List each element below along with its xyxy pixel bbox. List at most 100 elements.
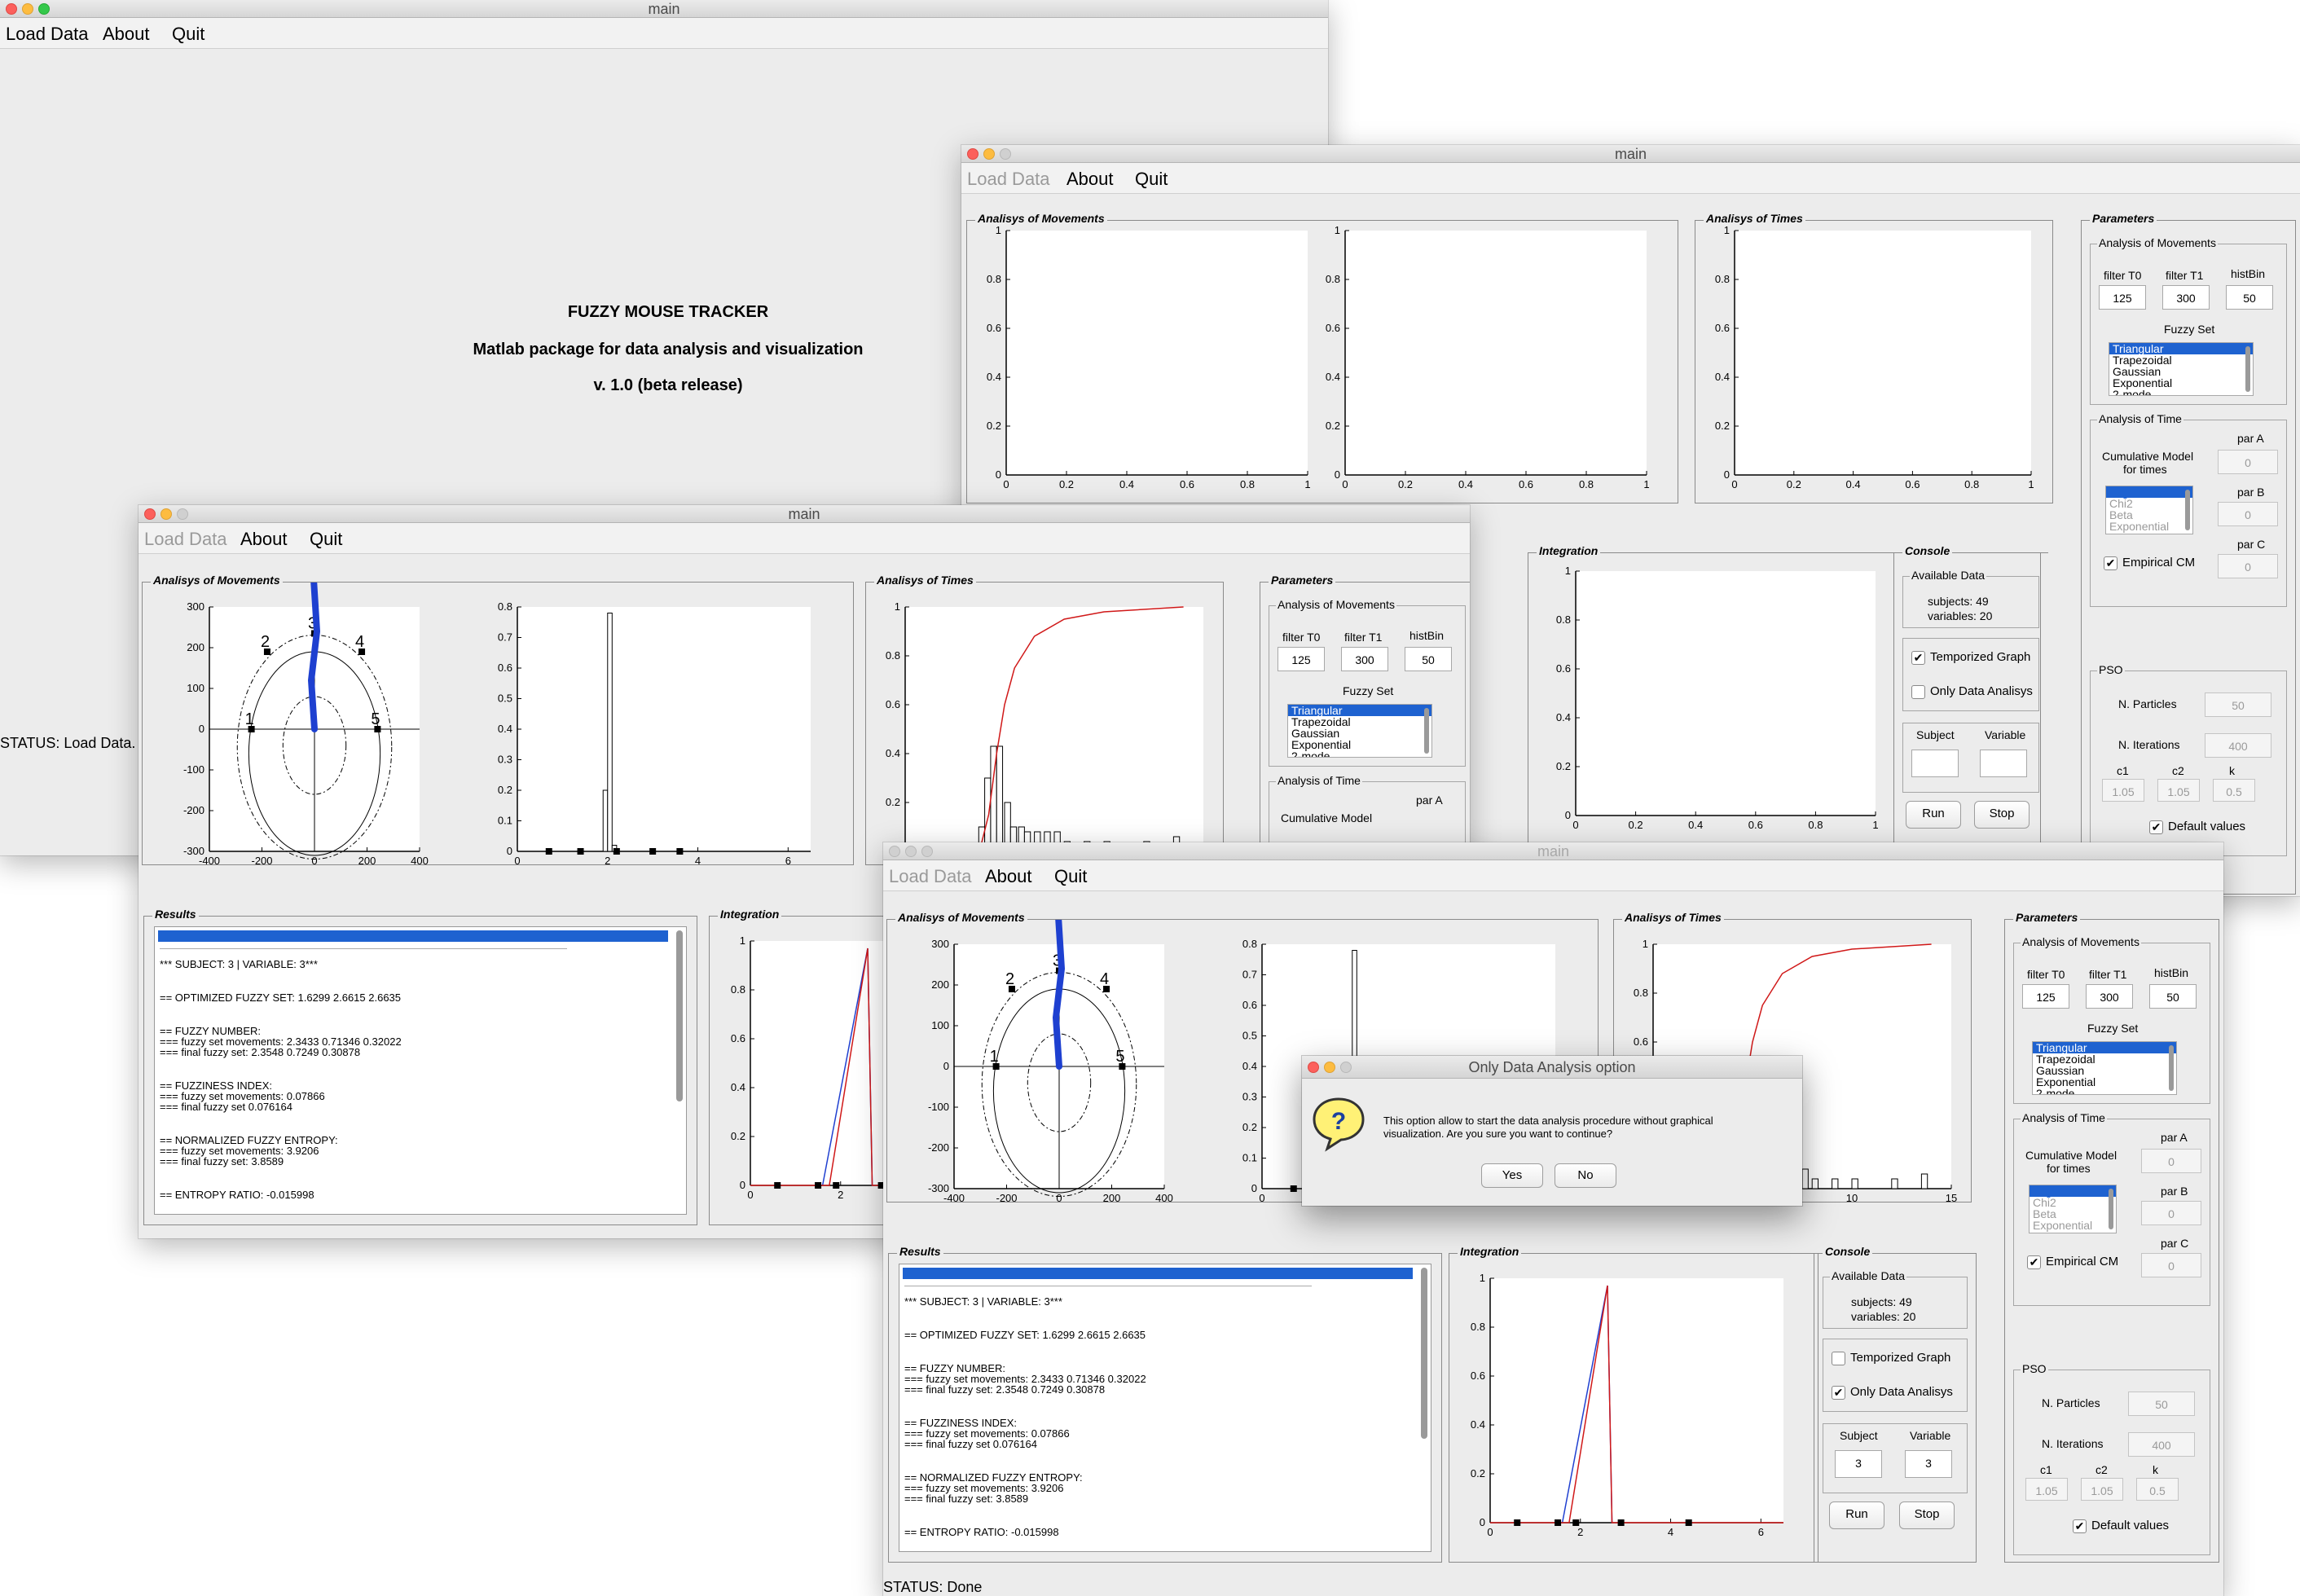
list-option[interactable]: Gaussian	[2033, 1065, 2176, 1076]
close-icon[interactable]	[967, 148, 978, 160]
close-icon[interactable]	[144, 508, 156, 520]
k-input[interactable]: 0.5	[2136, 1478, 2179, 1501]
stop-button[interactable]: Stop	[1899, 1501, 1955, 1529]
scrollbar[interactable]	[2169, 1045, 2174, 1091]
list-option[interactable]: Triangular	[2033, 1042, 2176, 1053]
stop-button[interactable]: Stop	[1974, 801, 2030, 829]
list-option[interactable]: Exponential	[2109, 377, 2253, 389]
only-data-checkbox[interactable]: Only Data Analisys	[1911, 684, 2033, 699]
minimize-icon[interactable]	[22, 3, 33, 15]
list-option[interactable]: Trapezoidal	[2033, 1053, 2176, 1065]
scrollbar[interactable]	[676, 930, 683, 1101]
particles-input[interactable]: 50	[2128, 1392, 2195, 1416]
zoom-icon[interactable]	[177, 508, 188, 520]
list-option[interactable]: Exponential	[2033, 1076, 2176, 1088]
variable-input[interactable]: 3	[1905, 1450, 1952, 1478]
menu-load-data[interactable]: Load Data	[6, 24, 89, 45]
menu-quit[interactable]: Quit	[1135, 169, 1168, 190]
scrollbar[interactable]	[1421, 1268, 1427, 1439]
default-values-checkbox[interactable]: ✔ Default values	[2073, 1519, 2169, 1533]
list-option[interactable]: Lognormal	[2106, 486, 2192, 498]
close-icon[interactable]	[1308, 1062, 1319, 1073]
filter-t1-input[interactable]: 300	[2162, 285, 2210, 310]
list-option[interactable]: Lognormal	[2030, 1185, 2116, 1197]
empirical-cm-checkbox[interactable]: ✔ Empirical CM	[2027, 1255, 2118, 1269]
zoom-icon[interactable]	[1000, 148, 1011, 160]
filter-t0-input[interactable]: 125	[1278, 647, 1325, 671]
c2-input[interactable]: 1.05	[2157, 779, 2200, 802]
menu-load-data[interactable]: Load Data	[144, 529, 227, 550]
list-option[interactable]: Gaussian	[2109, 366, 2253, 377]
scrollbar[interactable]	[2245, 346, 2250, 392]
histbin-input[interactable]: 50	[1405, 647, 1452, 671]
scrollbar[interactable]	[2185, 490, 2190, 530]
zoom-icon[interactable]	[921, 846, 933, 857]
menu-quit[interactable]: Quit	[1054, 866, 1087, 887]
results-text-area[interactable]: *** SUBJECT: 3 | VARIABLE: 3*** == OPTIMI…	[154, 926, 687, 1215]
list-option[interactable]: Gaussian	[1288, 728, 1431, 739]
menu-about[interactable]: About	[240, 529, 288, 550]
scrollbar[interactable]	[1424, 708, 1429, 754]
list-option[interactable]: 2-mode	[2033, 1088, 2176, 1094]
fuzzy-set-list[interactable]: Triangular Trapezoidal Gaussian Exponential…	[1287, 704, 1432, 758]
iterations-input[interactable]: 400	[2128, 1432, 2195, 1457]
c1-input[interactable]: 1.05	[2102, 779, 2144, 802]
particles-input[interactable]: 50	[2205, 692, 2271, 717]
subject-input[interactable]: 3	[1835, 1450, 1882, 1478]
list-option[interactable]: Triangular	[1288, 705, 1431, 716]
filter-t1-input[interactable]: 300	[2086, 984, 2133, 1009]
minimize-icon[interactable]	[1324, 1062, 1335, 1073]
no-button[interactable]: No	[1555, 1163, 1616, 1188]
list-option[interactable]: Beta	[2106, 509, 2192, 521]
cumulative-model-list[interactable]: LognormalChi2BetaExponentialGamma	[2105, 486, 2193, 534]
temporized-graph-checkbox[interactable]: Temporized Graph	[1832, 1351, 1950, 1365]
list-option[interactable]: Trapezoidal	[1288, 716, 1431, 728]
filter-t1-input[interactable]: 300	[1341, 647, 1388, 671]
results-text-area[interactable]: *** SUBJECT: 3 | VARIABLE: 3*** == OPTIMI…	[899, 1264, 1431, 1552]
filter-t0-input[interactable]: 125	[2022, 984, 2069, 1009]
cumulative-model-list[interactable]: LognormalChi2BetaExponentialGamma	[2029, 1185, 2117, 1233]
subject-input[interactable]	[1911, 750, 1959, 777]
par-a-input[interactable]: 0	[2218, 450, 2278, 474]
list-option[interactable]: Gamma	[2106, 532, 2192, 534]
variable-input[interactable]	[1980, 750, 2027, 777]
filter-t0-input[interactable]: 125	[2099, 285, 2146, 310]
default-values-checkbox[interactable]: ✔ Default values	[2149, 820, 2245, 834]
list-option[interactable]: 2-mode	[2109, 389, 2253, 395]
menu-about[interactable]: About	[985, 866, 1032, 887]
c2-input[interactable]: 1.05	[2081, 1478, 2123, 1501]
list-option[interactable]: Triangular	[2109, 343, 2253, 354]
yes-button[interactable]: Yes	[1481, 1163, 1543, 1188]
list-option[interactable]: Gamma	[2030, 1231, 2116, 1233]
only-data-checkbox[interactable]: ✔ Only Data Analisys	[1832, 1385, 1953, 1400]
fuzzy-set-list[interactable]: Triangular Trapezoidal Gaussian Exponential…	[2109, 342, 2254, 396]
menu-about[interactable]: About	[103, 24, 150, 45]
list-option[interactable]: Trapezoidal	[2109, 354, 2253, 366]
par-b-input[interactable]: 0	[2141, 1201, 2201, 1225]
empirical-cm-checkbox[interactable]: ✔ Empirical CM	[2104, 556, 2195, 570]
list-option[interactable]: 2-mode	[1288, 750, 1431, 757]
list-option[interactable]: Chi2	[2106, 498, 2192, 509]
zoom-icon[interactable]	[38, 3, 50, 15]
scrollbar[interactable]	[2109, 1189, 2113, 1229]
fuzzy-set-list[interactable]: Triangular Trapezoidal Gaussian Exponential…	[2032, 1041, 2177, 1095]
minimize-icon[interactable]	[905, 846, 917, 857]
histbin-input[interactable]: 50	[2149, 984, 2197, 1009]
minimize-icon[interactable]	[161, 508, 172, 520]
par-c-input[interactable]: 0	[2141, 1253, 2201, 1277]
menu-quit[interactable]: Quit	[172, 24, 204, 45]
histbin-input[interactable]: 50	[2226, 285, 2273, 310]
temporized-graph-checkbox[interactable]: ✔ Temporized Graph	[1911, 650, 2030, 665]
par-c-input[interactable]: 0	[2218, 554, 2278, 578]
menu-load-data[interactable]: Load Data	[967, 169, 1050, 190]
run-button[interactable]: Run	[1906, 801, 1961, 829]
par-a-input[interactable]: 0	[2141, 1149, 2201, 1173]
c1-input[interactable]: 1.05	[2025, 1478, 2068, 1501]
close-icon[interactable]	[889, 846, 900, 857]
run-button[interactable]: Run	[1829, 1501, 1884, 1529]
menu-quit[interactable]: Quit	[310, 529, 342, 550]
k-input[interactable]: 0.5	[2213, 779, 2255, 802]
menu-load-data[interactable]: Load Data	[889, 866, 972, 887]
list-option[interactable]: Chi2	[2030, 1197, 2116, 1208]
list-option[interactable]: Exponential	[2106, 521, 2192, 532]
